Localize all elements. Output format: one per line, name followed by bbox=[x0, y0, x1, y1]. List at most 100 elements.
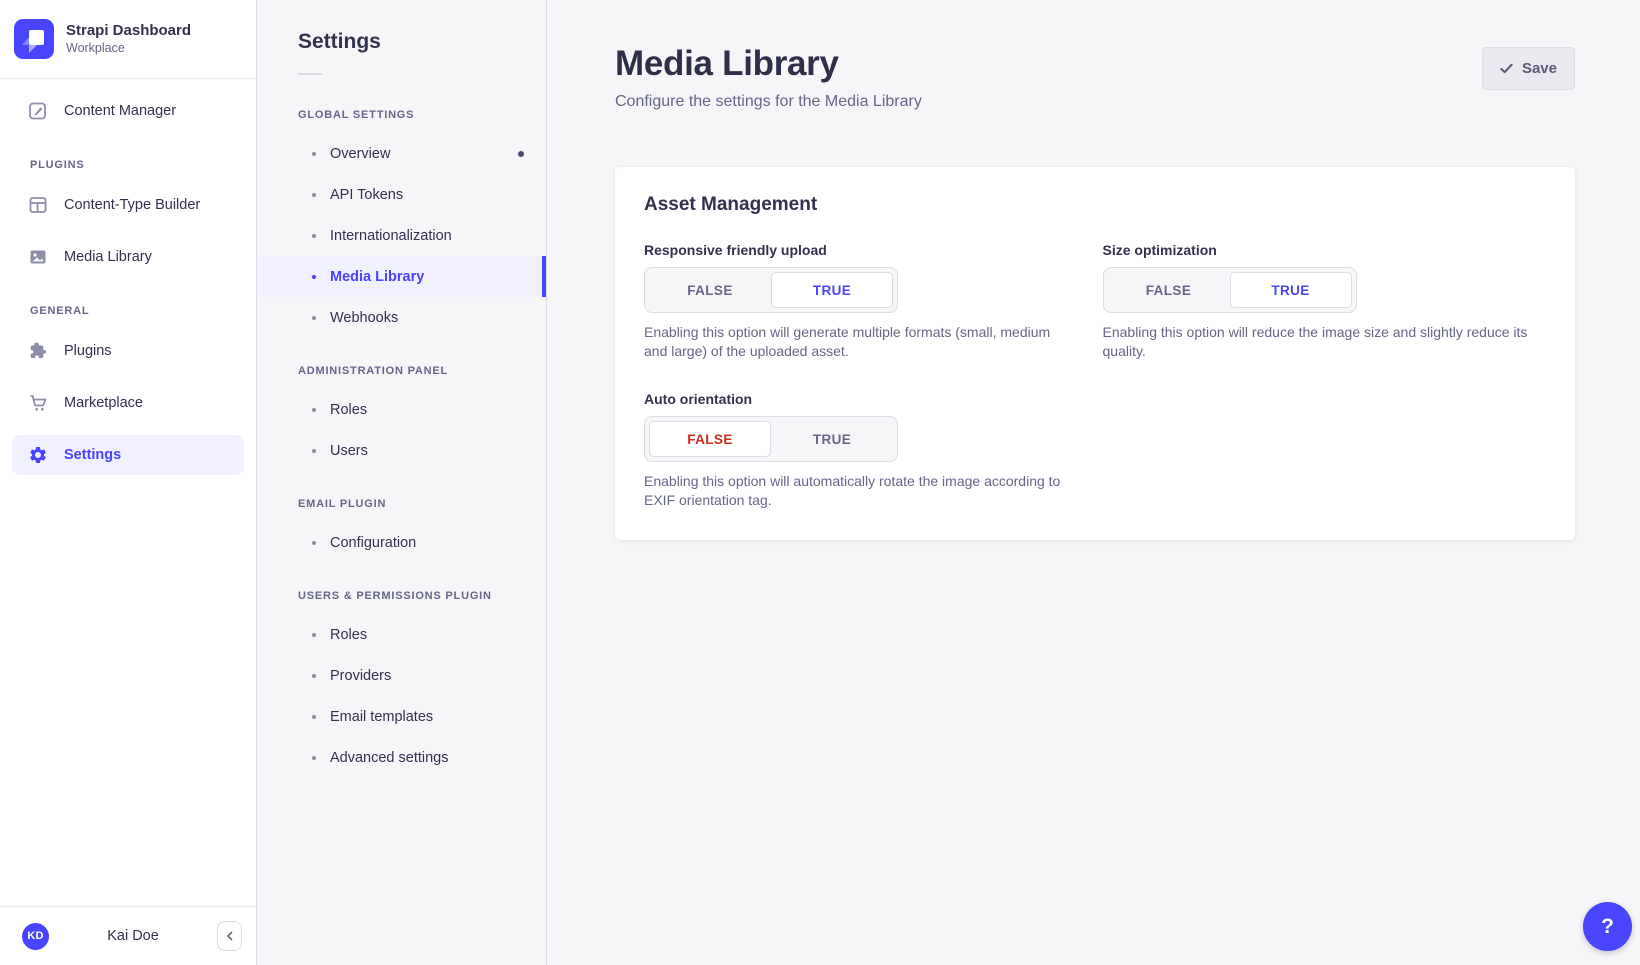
page-header: Media Library Configure the settings for… bbox=[615, 44, 1575, 111]
bullet-dot bbox=[312, 756, 316, 760]
subnav-title: Settings bbox=[298, 30, 546, 54]
brand-name: Strapi Dashboard bbox=[66, 22, 191, 41]
subnav-group-title: Administration panel bbox=[298, 365, 546, 377]
fields-grid: Responsive friendly upload FALSE TRUE En… bbox=[644, 242, 1545, 510]
layout-icon bbox=[28, 195, 48, 215]
subnav-group-title: Users & Permissions plugin bbox=[298, 590, 546, 602]
user-row: KD Kai Doe bbox=[0, 907, 256, 965]
subnav-item-admin-roles[interactable]: Roles bbox=[257, 389, 546, 430]
bullet-dot bbox=[312, 152, 316, 156]
subnav-group-email-plugin: Email Plugin Configuration bbox=[257, 498, 546, 563]
subnav-item-label: Internationalization bbox=[330, 228, 452, 244]
toggle-option-true[interactable]: TRUE bbox=[771, 421, 893, 457]
subnav-item-label: Roles bbox=[330, 627, 367, 643]
bullet-dot bbox=[312, 715, 316, 719]
strapi-logo-icon bbox=[14, 19, 54, 59]
subnav-item-admin-users[interactable]: Users bbox=[257, 430, 546, 471]
subnav-item-email-templates[interactable]: Email templates bbox=[257, 696, 546, 737]
bullet-dot bbox=[312, 541, 316, 545]
check-icon bbox=[1500, 62, 1513, 75]
field-label: Auto orientation bbox=[644, 391, 1087, 407]
bullet-dot bbox=[312, 193, 316, 197]
asset-management-card: Asset Management Responsive friendly upl… bbox=[615, 167, 1575, 540]
subnav-item-label: Advanced settings bbox=[330, 750, 449, 766]
subnav-item-webhooks[interactable]: Webhooks bbox=[257, 297, 546, 338]
subnav-item-internationalization[interactable]: Internationalization bbox=[257, 215, 546, 256]
cart-icon bbox=[28, 393, 48, 413]
picture-icon bbox=[28, 247, 48, 267]
subnav-item-label: Email templates bbox=[330, 709, 433, 725]
chevron-left-icon bbox=[225, 931, 235, 941]
page-title: Media Library bbox=[615, 44, 922, 84]
sidebar-item-marketplace[interactable]: Marketplace bbox=[12, 383, 244, 423]
field-hint: Enabling this option will reduce the ima… bbox=[1103, 323, 1531, 361]
brand-workplace: Workplace bbox=[66, 40, 191, 56]
subnav-item-media-library[interactable]: Media Library bbox=[257, 256, 546, 297]
settings-subnav: Settings Global Settings Overview API To… bbox=[257, 0, 547, 965]
sidebar-item-content-manager[interactable]: Content Manager bbox=[12, 91, 244, 131]
subnav-item-advanced-settings[interactable]: Advanced settings bbox=[257, 737, 546, 778]
toggle-option-false[interactable]: FALSE bbox=[1108, 272, 1230, 308]
sidebar-item-settings[interactable]: Settings bbox=[12, 435, 244, 475]
toggle-option-false[interactable]: FALSE bbox=[649, 272, 771, 308]
sidebar-item-media-library[interactable]: Media Library bbox=[12, 237, 244, 277]
toggle-option-true[interactable]: TRUE bbox=[771, 272, 893, 308]
subnav-item-label: Webhooks bbox=[330, 310, 398, 326]
subnav-item-label: API Tokens bbox=[330, 187, 403, 203]
puzzle-icon bbox=[28, 341, 48, 361]
toggle-option-true[interactable]: TRUE bbox=[1230, 272, 1352, 308]
subnav-item-email-configuration[interactable]: Configuration bbox=[257, 522, 546, 563]
sidebar-item-label: Media Library bbox=[64, 249, 152, 265]
field-label: Size optimization bbox=[1103, 242, 1546, 258]
field-label: Responsive friendly upload bbox=[644, 242, 1087, 258]
card-title: Asset Management bbox=[644, 194, 1545, 216]
collapse-sidebar-button[interactable] bbox=[217, 921, 242, 951]
workspace-switcher[interactable]: Strapi Dashboard Workplace bbox=[0, 0, 256, 78]
field-auto-orientation: Auto orientation FALSE TRUE Enabling thi… bbox=[644, 391, 1087, 510]
bullet-dot bbox=[312, 674, 316, 678]
toggle-auto-orientation: FALSE TRUE bbox=[644, 416, 898, 462]
save-button[interactable]: Save bbox=[1482, 47, 1575, 90]
subnav-item-api-tokens[interactable]: API Tokens bbox=[257, 174, 546, 215]
subnav-group-title: Email Plugin bbox=[298, 498, 546, 510]
subnav-item-overview[interactable]: Overview bbox=[257, 133, 546, 174]
subnav-item-label: Overview bbox=[330, 146, 390, 162]
sidebar-item-content-type-builder[interactable]: Content-Type Builder bbox=[12, 185, 244, 225]
toggle-responsive-friendly-upload: FALSE TRUE bbox=[644, 267, 898, 313]
main-content: Media Library Configure the settings for… bbox=[547, 0, 1640, 965]
sidebar-item-label: Marketplace bbox=[64, 395, 143, 411]
sidebar-footer: KD Kai Doe bbox=[0, 906, 256, 965]
subnav-group-global-settings: Global Settings Overview API Tokens Inte… bbox=[257, 109, 546, 338]
field-hint: Enabling this option will generate multi… bbox=[644, 323, 1072, 361]
sidebar-nav: Content Manager Plugins Content-Type Bui… bbox=[0, 79, 256, 487]
subnav-group-users-permissions: Users & Permissions plugin Roles Provide… bbox=[257, 590, 546, 778]
bullet-dot bbox=[312, 449, 316, 453]
gear-icon bbox=[28, 445, 48, 465]
page-header-text: Media Library Configure the settings for… bbox=[615, 44, 922, 111]
subnav-item-label: Media Library bbox=[330, 269, 424, 285]
sidebar-item-label: Plugins bbox=[64, 343, 112, 359]
bullet-dot bbox=[312, 633, 316, 637]
toggle-option-false[interactable]: FALSE bbox=[649, 421, 771, 457]
pen-icon bbox=[28, 101, 48, 121]
help-button[interactable]: ? bbox=[1583, 902, 1632, 951]
sidebar-section-general: General bbox=[30, 305, 256, 317]
brand-text: Strapi Dashboard Workplace bbox=[66, 22, 191, 57]
user-name: Kai Doe bbox=[49, 928, 217, 944]
sidebar-item-label: Settings bbox=[64, 447, 121, 463]
subnav-item-up-roles[interactable]: Roles bbox=[257, 614, 546, 655]
bullet-dot bbox=[312, 316, 316, 320]
avatar[interactable]: KD bbox=[22, 923, 49, 950]
subnav-item-label: Configuration bbox=[330, 535, 416, 551]
notification-dot bbox=[518, 151, 524, 157]
save-button-label: Save bbox=[1522, 60, 1557, 77]
subnav-group-title: Global Settings bbox=[298, 109, 546, 121]
sidebar-item-label: Content Manager bbox=[64, 103, 176, 119]
bullet-dot bbox=[312, 408, 316, 412]
sidebar-item-label: Content-Type Builder bbox=[64, 197, 200, 213]
subnav-item-providers[interactable]: Providers bbox=[257, 655, 546, 696]
sidebar-item-plugins[interactable]: Plugins bbox=[12, 331, 244, 371]
bullet-dot bbox=[312, 234, 316, 238]
bullet-dot bbox=[312, 275, 316, 279]
subnav-item-label: Users bbox=[330, 443, 368, 459]
